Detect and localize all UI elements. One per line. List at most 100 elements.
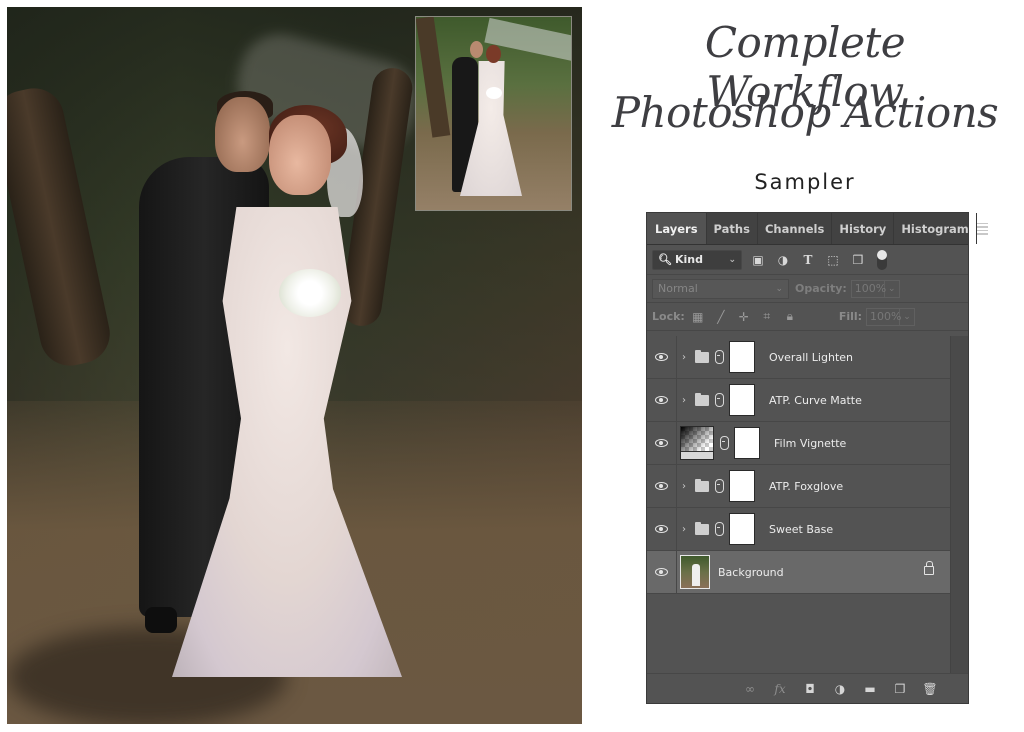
adjustment-filter-icon[interactable]: ◑ [775, 253, 791, 267]
tab-history[interactable]: History [832, 213, 895, 244]
visibility-toggle[interactable] [647, 379, 677, 421]
layers-list: › Overall Lighten › ATP. Curve Matte Fil… [647, 336, 950, 594]
bouquet [279, 269, 341, 317]
eye-icon [655, 353, 668, 361]
layer-name: Sweet Base [769, 522, 834, 536]
delete-layer-icon[interactable]: 🗑︎ [922, 682, 938, 696]
expand-chevron-icon[interactable]: › [682, 395, 692, 406]
layer-name: Film Vignette [774, 436, 847, 450]
lock-artboard-icon[interactable]: ⌗ [760, 309, 774, 324]
eye-icon [655, 568, 668, 576]
layers-scrollbar[interactable] [950, 336, 968, 673]
eye-icon [655, 525, 668, 533]
panel-tabs: Layers Paths Channels History Histogram [647, 213, 988, 245]
type-filter-icon[interactable]: T [800, 253, 816, 267]
kind-filter-select[interactable]: 🔍︎ Kind ⌄ [652, 249, 742, 270]
layer-row-background[interactable]: Background [647, 551, 950, 594]
blend-row: Normal ⌄ Opacity: 100% ⌄ [647, 275, 968, 303]
folder-icon [695, 349, 709, 363]
tab-layers[interactable]: Layers [647, 213, 707, 244]
subtitle: Sampler [754, 170, 856, 194]
bride-head [269, 115, 331, 195]
filter-row: 🔍︎ Kind ⌄ ▣ ◑ T ⬚ ❒ [647, 245, 968, 275]
fill-dropdown-button[interactable]: ⌄ [900, 307, 916, 326]
mask-thumbnail[interactable] [729, 341, 755, 373]
link-icon [720, 436, 729, 450]
fx-icon[interactable]: fx [772, 682, 788, 696]
link-layers-icon[interactable]: ∞ [742, 682, 758, 696]
inset-photo [415, 16, 572, 211]
chevron-down-icon: ⌄ [728, 254, 736, 265]
visibility-toggle[interactable] [647, 422, 677, 464]
link-icon [715, 350, 724, 364]
photo-tree-trunk [7, 82, 116, 372]
new-layer-icon[interactable]: ❐ [892, 682, 908, 696]
groom-head [215, 97, 270, 172]
blend-mode-select[interactable]: Normal ⌄ [652, 278, 789, 299]
opacity-dropdown-button[interactable]: ⌄ [884, 279, 900, 298]
fill-label: Fill: [838, 310, 863, 323]
inset-bouquet [486, 87, 502, 99]
layer-row-film-vignette[interactable]: Film Vignette [647, 422, 950, 465]
folder-icon [695, 521, 709, 535]
layer-name: Background [718, 565, 784, 579]
chevron-down-icon: ⌄ [775, 283, 783, 294]
lock-icon [924, 561, 934, 575]
folder-icon [695, 392, 709, 406]
lock-transparent-icon[interactable]: ▦ [691, 310, 705, 324]
tab-channels[interactable]: Channels [758, 213, 833, 244]
fill-input[interactable]: 100% [866, 307, 902, 326]
tab-paths[interactable]: Paths [707, 213, 758, 244]
gradient-thumbnail[interactable] [680, 426, 714, 460]
search-icon: 🔍︎ [658, 253, 672, 266]
new-group-icon[interactable]: ▬ [862, 682, 878, 696]
inset-tree [416, 17, 451, 138]
shape-filter-icon[interactable]: ⬚ [825, 253, 841, 267]
layer-name: ATP. Foxglove [769, 479, 844, 493]
lock-label: Lock: [652, 310, 685, 323]
link-icon [715, 393, 724, 407]
add-mask-icon[interactable]: ◘ [802, 682, 818, 696]
expand-chevron-icon[interactable]: › [682, 352, 692, 363]
mask-thumbnail[interactable] [734, 427, 760, 459]
layer-row-sweet-base[interactable]: › Sweet Base [647, 508, 950, 551]
expand-chevron-icon[interactable]: › [682, 481, 692, 492]
title-line-2: Photoshop Actions [611, 88, 999, 137]
link-icon [715, 522, 724, 536]
lock-pixels-icon[interactable]: ╱ [714, 310, 728, 324]
kind-label: Kind [674, 253, 703, 266]
visibility-toggle[interactable] [647, 508, 677, 550]
layer-row-overall-lighten[interactable]: › Overall Lighten [647, 336, 950, 379]
mask-thumbnail[interactable] [729, 513, 755, 545]
tab-histogram[interactable]: Histogram [894, 213, 977, 244]
lock-all-icon[interactable]: 🔒︎ [783, 309, 797, 324]
new-adjustment-icon[interactable]: ◑ [832, 682, 848, 696]
visibility-toggle[interactable] [647, 551, 677, 593]
link-icon [715, 479, 724, 493]
layers-panel: Layers Paths Channels History Histogram … [646, 212, 988, 704]
visibility-toggle[interactable] [647, 465, 677, 507]
panel-menu-icon[interactable] [976, 213, 988, 244]
layer-thumbnail[interactable] [680, 555, 710, 589]
lock-position-icon[interactable]: ✛ [737, 310, 751, 324]
lock-row: Lock: ▦ ╱ ✛ ⌗ 🔒︎ Fill: 100% ⌄ [647, 303, 968, 331]
mask-thumbnail[interactable] [729, 470, 755, 502]
opacity-label: Opacity: [795, 282, 847, 295]
smart-object-filter-icon[interactable]: ❒ [850, 253, 866, 267]
filter-toggle[interactable] [877, 249, 887, 270]
layer-row-curve-matte[interactable]: › ATP. Curve Matte [647, 379, 950, 422]
eye-icon [655, 396, 668, 404]
folder-icon [695, 478, 709, 492]
opacity-input[interactable]: 100% [850, 279, 886, 298]
inset-groom-head [470, 41, 483, 58]
image-filter-icon[interactable]: ▣ [750, 253, 766, 267]
layer-row-foxglove[interactable]: › ATP. Foxglove [647, 465, 950, 508]
groom-shoe [145, 607, 177, 633]
inset-bride-head [486, 45, 501, 63]
blend-mode-value: Normal [658, 282, 698, 295]
visibility-toggle[interactable] [647, 336, 677, 378]
expand-chevron-icon[interactable]: › [682, 524, 692, 535]
mask-thumbnail[interactable] [729, 384, 755, 416]
layer-name: ATP. Curve Matte [769, 393, 862, 407]
layer-name: Overall Lighten [769, 350, 853, 364]
